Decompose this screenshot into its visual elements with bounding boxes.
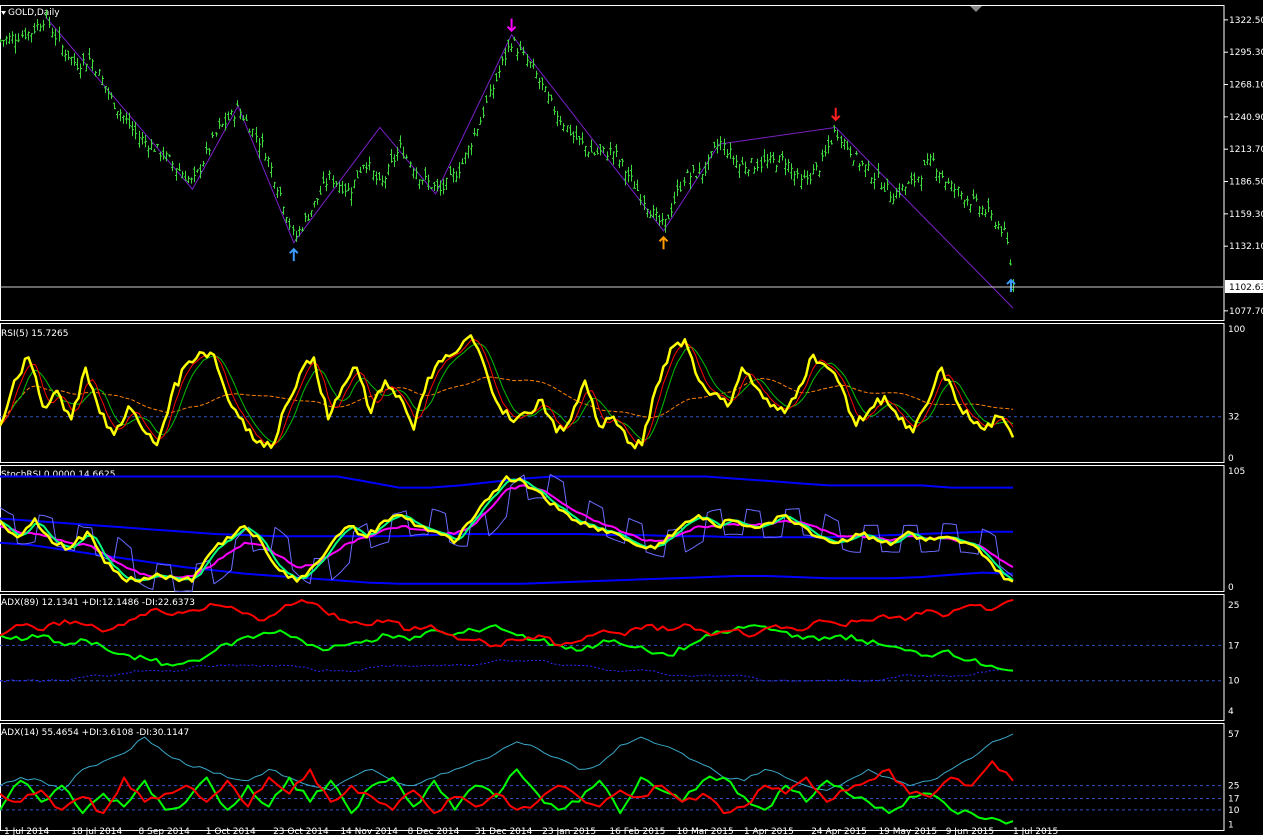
main-chart-title: GOLD,Daily — [8, 8, 60, 18]
price-tick-label: 1295.30 — [1229, 48, 1263, 58]
chart-background — [0, 0, 1263, 835]
time-axis-label: 1 Jul 2014 — [4, 827, 49, 835]
price-tick-label: 1159.30 — [1229, 210, 1263, 220]
current-price-label: 1102.63 — [1229, 283, 1263, 293]
rsi-axis-label: 32 — [1228, 413, 1239, 423]
rsi-axis-label: 100 — [1228, 325, 1245, 335]
adx14-axis-label: 10 — [1228, 806, 1240, 816]
time-axis-label: 23 Oct 2014 — [273, 827, 329, 835]
adx14-axis-label: 17 — [1228, 795, 1239, 805]
price-tick-label: 1132.10 — [1229, 242, 1263, 252]
stochrsi-title: StochRSI 0.0000 14.6625 — [1, 470, 115, 480]
time-axis-label: 14 Nov 2014 — [340, 827, 398, 835]
time-axis-label: 24 Apr 2015 — [811, 827, 867, 835]
time-axis-label: 19 May 2015 — [878, 827, 937, 835]
price-tick-label: 1268.10 — [1229, 81, 1263, 91]
time-axis-label: 1 Apr 2015 — [744, 827, 794, 835]
adx89-axis-label: 25 — [1228, 601, 1239, 611]
adx89-title: ADX(89) 12.1341 +DI:12.1486 -DI:22.6373 — [1, 598, 195, 608]
time-axis-label: 9 Jun 2015 — [946, 827, 994, 835]
price-tick-label: 1240.90 — [1229, 113, 1263, 123]
adx14-axis-label: 57 — [1228, 730, 1239, 740]
price-tick-label: 1186.50 — [1229, 178, 1263, 188]
rsi-axis-label: 0 — [1228, 454, 1234, 464]
price-tick-label: 1077.70 — [1229, 307, 1263, 317]
adx14-axis-label: 1 — [1228, 820, 1234, 830]
time-axis-label: 10 Mar 2015 — [677, 827, 734, 835]
time-axis-label: 8 Dec 2014 — [408, 827, 460, 835]
stoch-axis-label: 105 — [1228, 467, 1245, 477]
time-axis-label: 8 Sep 2014 — [139, 827, 191, 835]
adx89-axis-label: 4 — [1228, 707, 1234, 717]
adx89-axis-label: 17 — [1228, 641, 1239, 651]
adx14-title: ADX(14) 55.4654 +DI:3.6108 -DI:30.1147 — [1, 728, 189, 738]
time-axis: 1 Jul 2014 18 Jul 2014 8 Sep 2014 1 Oct 201… — [4, 827, 1058, 835]
price-tick-label: 1322.50 — [1229, 16, 1263, 26]
time-axis-label: 23 Jan 2015 — [542, 827, 596, 835]
time-axis-label: 1 Oct 2014 — [206, 827, 256, 835]
time-axis-label: 31 Dec 2014 — [475, 827, 533, 835]
price-tick-label: 1213.70 — [1229, 145, 1263, 155]
chart-canvas: GOLD,Daily RSI(5) 15.7265 StochRSI 0.000… — [0, 0, 1263, 835]
rsi-title: RSI(5) 15.7265 — [1, 329, 68, 339]
time-axis-label: 18 Jul 2014 — [71, 827, 122, 835]
time-axis-label: 16 Feb 2015 — [609, 827, 665, 835]
time-axis-label: 1 Jul 2015 — [1013, 827, 1058, 835]
stoch-axis-label: 0 — [1228, 583, 1234, 593]
adx14-axis-label: 25 — [1228, 782, 1239, 792]
adx89-axis-label: 10 — [1228, 677, 1240, 687]
